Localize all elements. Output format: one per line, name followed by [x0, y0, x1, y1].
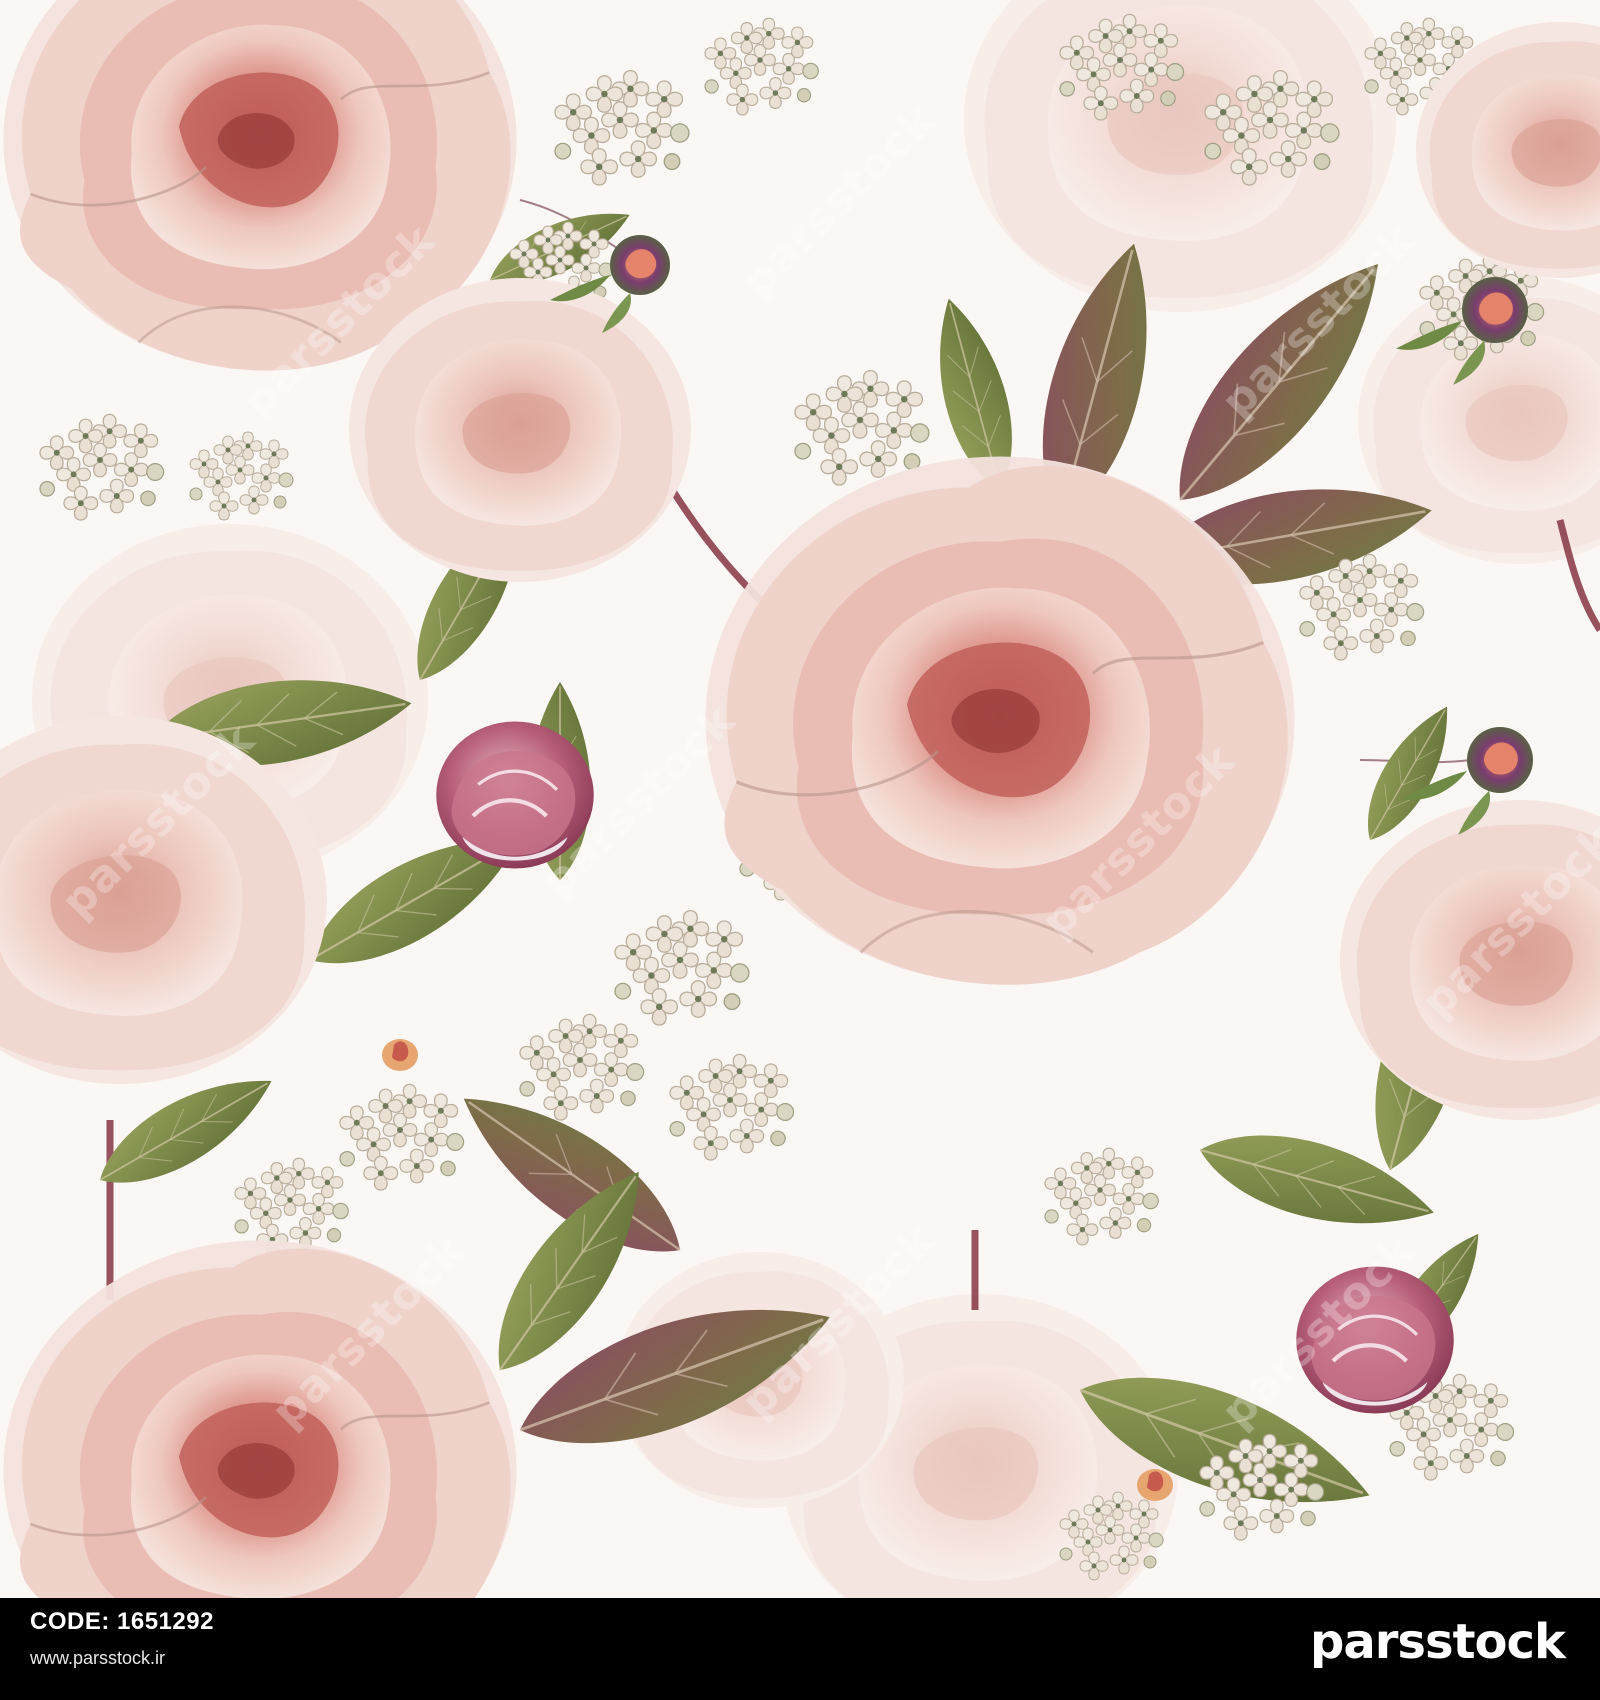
- brand-logo[interactable]: parsstock: [1310, 1614, 1566, 1670]
- code-label: CODE:: [30, 1608, 110, 1635]
- site-url-link[interactable]: www.parsstock.ir: [30, 1648, 165, 1669]
- stock-footer-bar: CODE: 1651292 www.parsstock.ir parsstock: [0, 1598, 1600, 1700]
- stock-image-page: parsstock parsstock parsstock parsstock …: [0, 0, 1600, 1700]
- code-value: 1651292: [117, 1608, 214, 1635]
- floral-artwork: parsstock parsstock parsstock parsstock …: [0, 0, 1600, 1598]
- image-code: CODE: 1651292: [30, 1608, 214, 1636]
